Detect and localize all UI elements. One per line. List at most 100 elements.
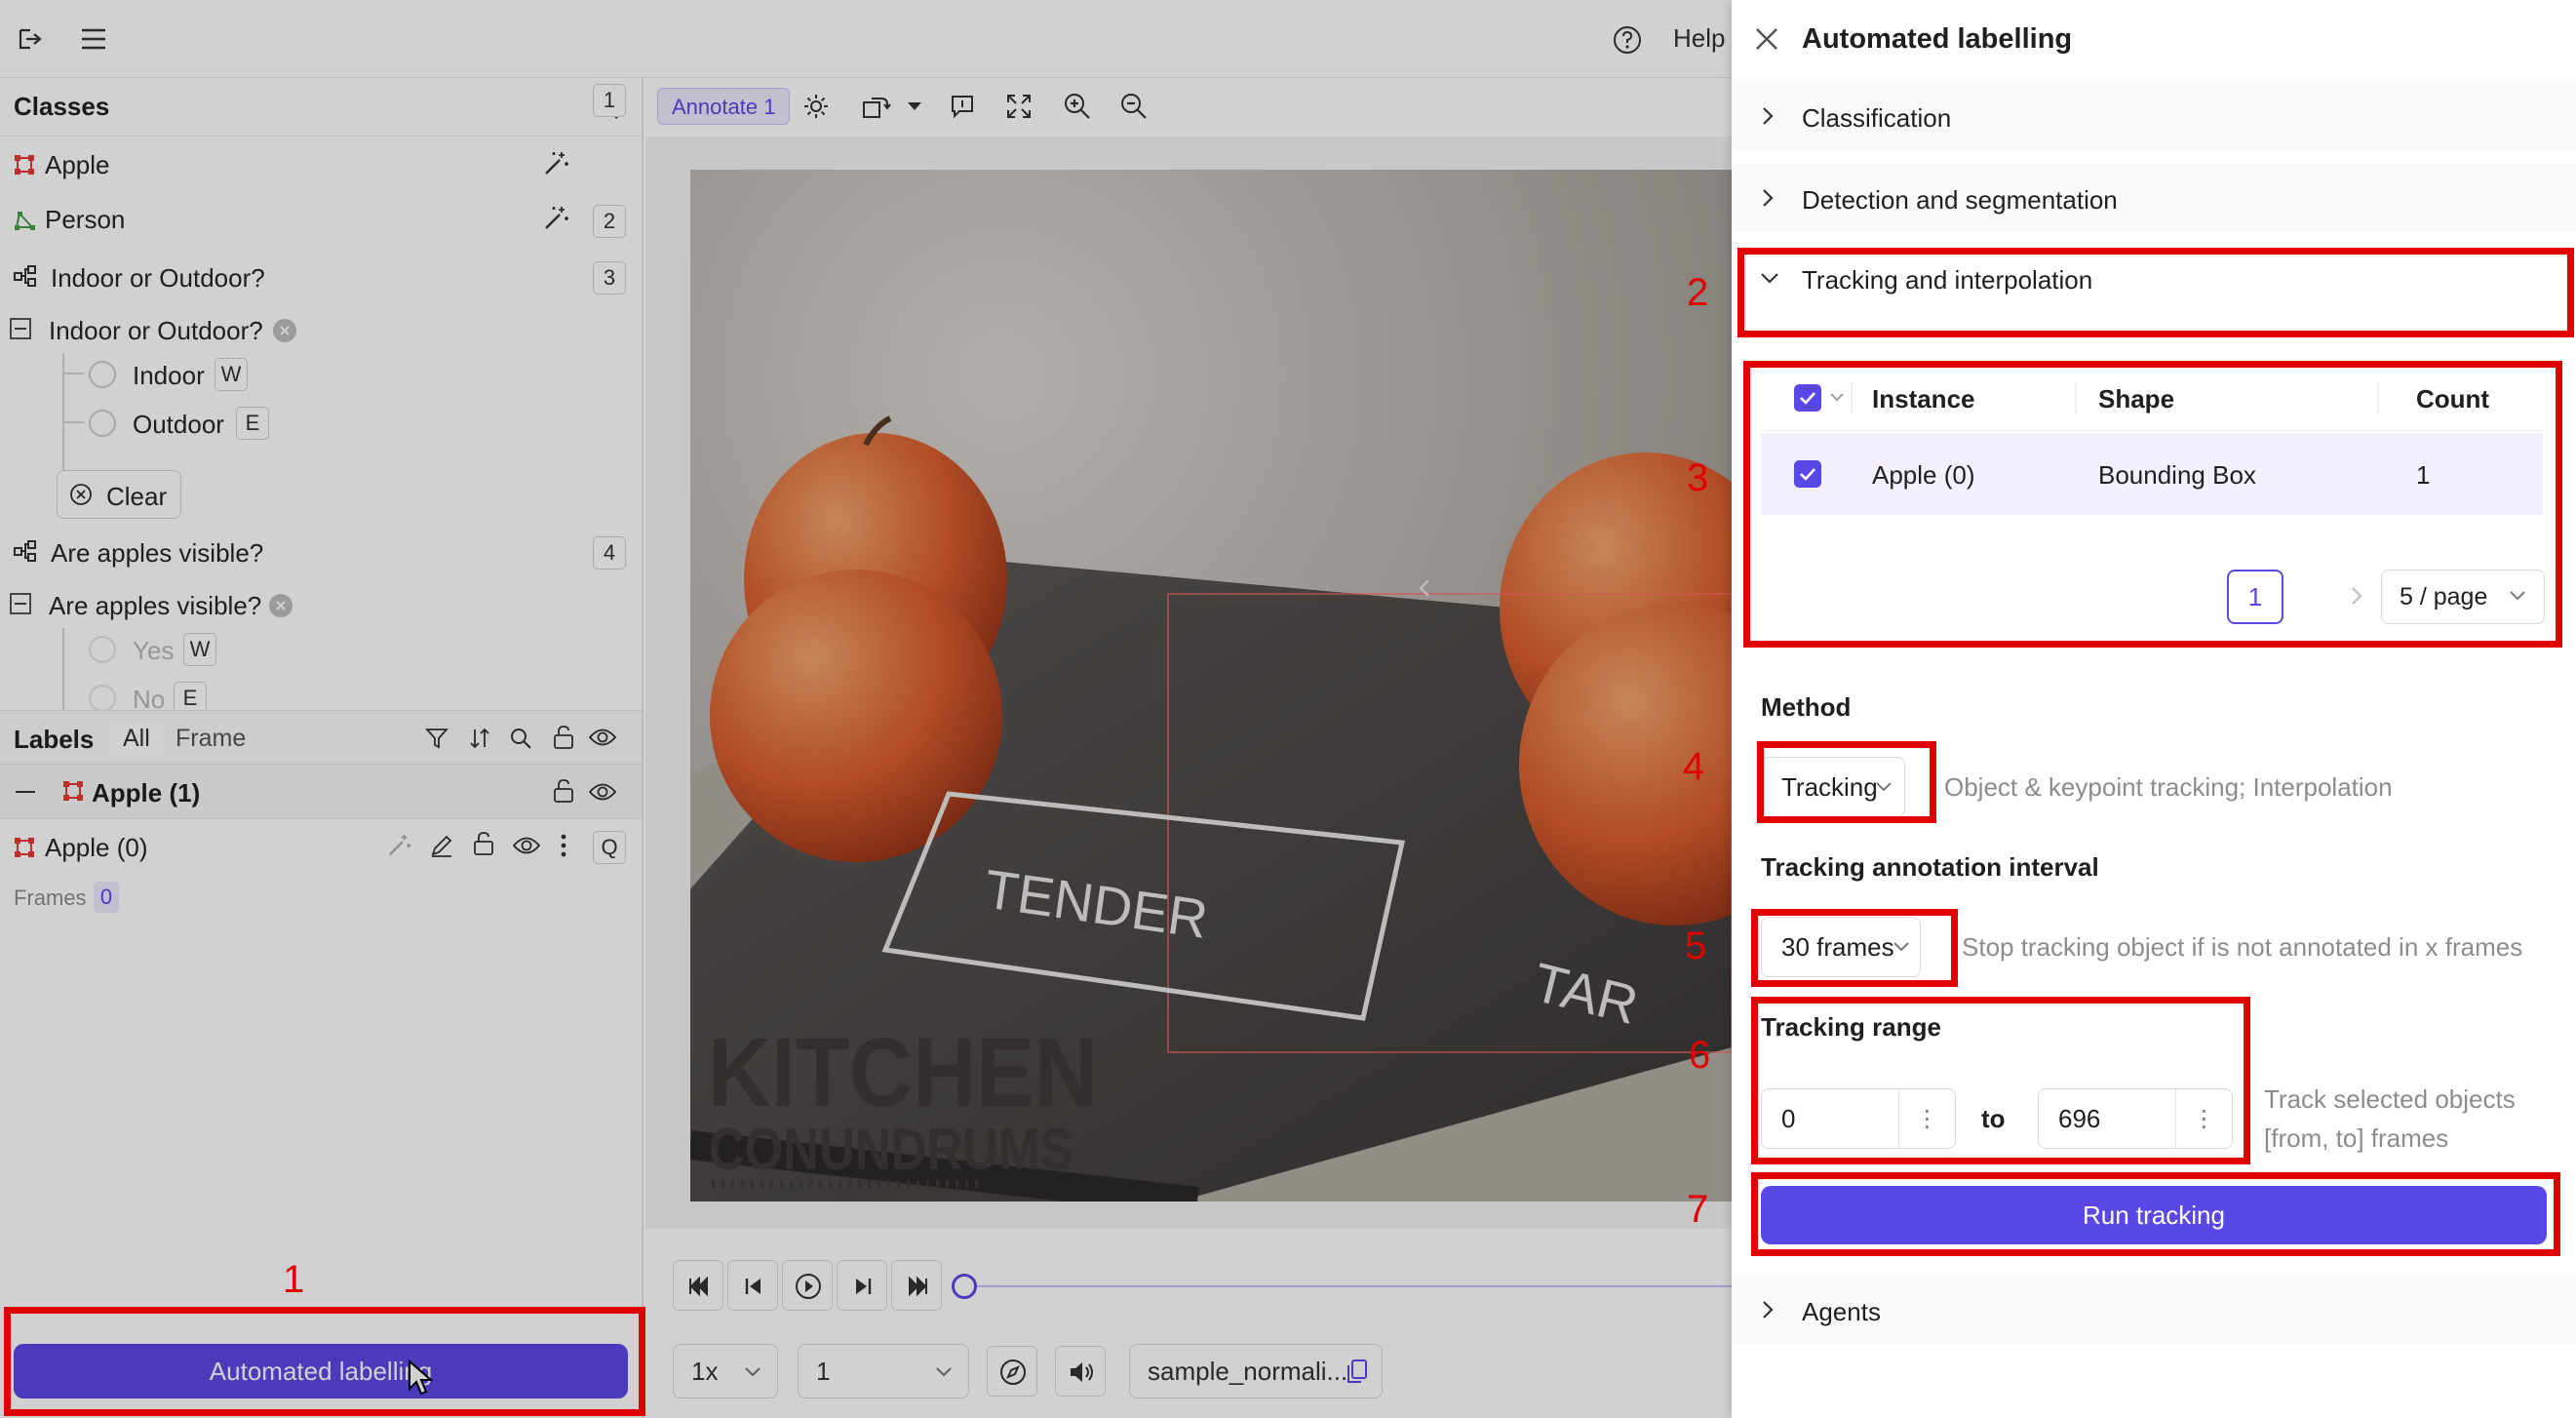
page-size-select[interactable]: 5 / page — [2381, 570, 2545, 624]
section-label: Detection and segmentation — [1802, 185, 2118, 215]
section-label: Classification — [1802, 103, 1952, 133]
class-item-indoor-outdoor[interactable]: Indoor or Outdoor? 3 — [0, 250, 642, 304]
skip-end-button[interactable] — [891, 1260, 942, 1311]
bounding-box-icon — [14, 154, 35, 176]
sort-icon[interactable] — [468, 727, 491, 750]
more-icon[interactable]: ⋮ — [2175, 1089, 2232, 1148]
compass-button[interactable] — [987, 1346, 1037, 1397]
edit-icon[interactable] — [429, 833, 454, 858]
menu-icon[interactable] — [78, 23, 109, 55]
volume-button[interactable] — [1055, 1346, 1106, 1397]
play-button[interactable] — [782, 1260, 833, 1311]
interval-value: 30 frames — [1781, 931, 1894, 962]
video-frame[interactable]: TENDER TAR KITCHEN CONUNDRUMS — [690, 170, 1732, 1201]
collapse-icon[interactable] — [10, 593, 31, 614]
kitchen-image: TENDER TAR KITCHEN CONUNDRUMS — [690, 170, 1732, 1201]
video-player: 1x 1 sample_normali... — [645, 1237, 1732, 1418]
select-all-checkbox[interactable] — [1794, 384, 1821, 412]
section-agents[interactable]: Agents — [1732, 1276, 2576, 1344]
hotkey-badge: 3 — [593, 261, 626, 295]
option-no[interactable]: No E — [86, 677, 573, 710]
annotate-tag[interactable]: Annotate 1 — [657, 88, 791, 125]
collapse-icon[interactable] — [10, 318, 31, 339]
range-from-input[interactable]: 0 ⋮ — [1761, 1088, 1956, 1149]
option-yes[interactable]: Yes W — [86, 628, 573, 671]
zoom-out-icon[interactable] — [1119, 92, 1149, 121]
table-row[interactable]: Apple (0) Bounding Box 1 — [1761, 433, 2543, 515]
range-to-input[interactable]: 696 ⋮ — [2038, 1088, 2233, 1149]
range-to-value: 696 — [2058, 1103, 2101, 1133]
hotkey-badge: 1 — [593, 84, 626, 117]
method-select[interactable]: Tracking — [1761, 757, 1905, 817]
pagination-prev-icon[interactable] — [1418, 577, 1431, 599]
label-instance-apple-0[interactable]: Apple (0) Q Frames 0 — [0, 821, 642, 923]
rotate-icon[interactable] — [862, 94, 891, 119]
magic-wand-icon[interactable] — [542, 205, 569, 232]
help-icon[interactable] — [1611, 23, 1644, 57]
filter-icon[interactable] — [425, 727, 449, 750]
prev-frame-button[interactable] — [727, 1260, 778, 1311]
filename-chip[interactable]: sample_normali... — [1129, 1344, 1383, 1398]
copy-icon[interactable] — [1347, 1359, 1368, 1384]
range-from-value: 0 — [1781, 1103, 1796, 1133]
close-circle-icon[interactable] — [269, 594, 293, 617]
pagination-next-icon[interactable] — [2350, 585, 2363, 607]
timeline-track[interactable] — [961, 1285, 1732, 1287]
label-group-apple[interactable]: Apple (1) — [0, 765, 642, 819]
radio-button[interactable] — [89, 410, 116, 437]
clear-button[interactable]: Clear — [57, 470, 181, 519]
close-icon[interactable] — [1751, 23, 1782, 55]
unlock-icon[interactable] — [472, 831, 495, 856]
eye-icon[interactable] — [589, 727, 616, 748]
annotation-number-3: 3 — [1687, 456, 1709, 499]
option-outdoor[interactable]: Outdoor E — [86, 402, 573, 445]
comment-icon[interactable] — [950, 94, 975, 119]
search-icon[interactable] — [509, 727, 532, 750]
magic-wand-icon[interactable] — [386, 833, 411, 858]
speed-select[interactable]: 1x — [673, 1344, 778, 1398]
next-frame-button[interactable] — [837, 1260, 887, 1311]
chevron-down-icon[interactable] — [907, 101, 922, 111]
class-item-apples-visible[interactable]: Are apples visible? 4 — [0, 525, 642, 579]
radio-button[interactable] — [89, 685, 116, 710]
timeline-handle[interactable] — [952, 1274, 977, 1299]
question-apples-visible[interactable]: Are apples visible? — [0, 579, 642, 628]
section-classification[interactable]: Classification — [1732, 82, 2576, 150]
interval-select[interactable]: 30 frames — [1761, 917, 1921, 977]
row-checkbox[interactable] — [1794, 460, 1821, 488]
skip-start-button[interactable] — [673, 1260, 723, 1311]
eye-icon[interactable] — [513, 835, 540, 856]
tab-all[interactable]: All — [109, 721, 164, 756]
more-icon[interactable]: ⋮ — [1898, 1089, 1955, 1148]
zoom-in-icon[interactable] — [1063, 92, 1092, 121]
section-tracking[interactable]: Tracking and interpolation — [1732, 246, 2576, 314]
chevron-down-icon[interactable] — [1829, 392, 1845, 402]
run-tracking-button[interactable]: Run tracking — [1761, 1186, 2547, 1244]
radio-button[interactable] — [89, 361, 116, 388]
tab-frame[interactable]: Frame — [176, 725, 246, 753]
automated-labelling-button[interactable]: Automated labelling — [14, 1344, 628, 1398]
unlock-icon[interactable] — [552, 725, 575, 750]
option-indoor[interactable]: Indoor W — [86, 353, 573, 396]
cell-instance: Apple (0) — [1872, 460, 1975, 490]
collapse-icon[interactable] — [16, 791, 35, 793]
radio-button[interactable] — [89, 636, 116, 663]
annotation-number-6: 6 — [1689, 1034, 1711, 1077]
magic-wand-icon[interactable] — [542, 150, 569, 177]
fit-screen-icon[interactable] — [1006, 94, 1032, 119]
question-indoor-outdoor[interactable]: Indoor or Outdoor? — [0, 304, 642, 353]
class-item-apple[interactable]: Apple 1 — [0, 84, 642, 193]
section-detection[interactable]: Detection and segmentation — [1732, 164, 2576, 232]
cell-shape: Bounding Box — [2098, 460, 2256, 490]
help-label[interactable]: Help — [1673, 23, 1725, 54]
brightness-icon[interactable] — [803, 94, 829, 119]
close-circle-icon[interactable] — [273, 319, 296, 342]
panel-title: Automated labelling — [1802, 23, 2073, 55]
more-icon[interactable] — [560, 833, 567, 858]
eye-icon[interactable] — [589, 781, 616, 803]
pagination-page[interactable]: 1 — [2227, 570, 2283, 624]
exit-icon[interactable] — [14, 23, 45, 55]
class-item-person[interactable]: Person 2 — [0, 193, 642, 248]
unlock-icon[interactable] — [552, 778, 575, 804]
frame-select[interactable]: 1 — [798, 1344, 969, 1398]
